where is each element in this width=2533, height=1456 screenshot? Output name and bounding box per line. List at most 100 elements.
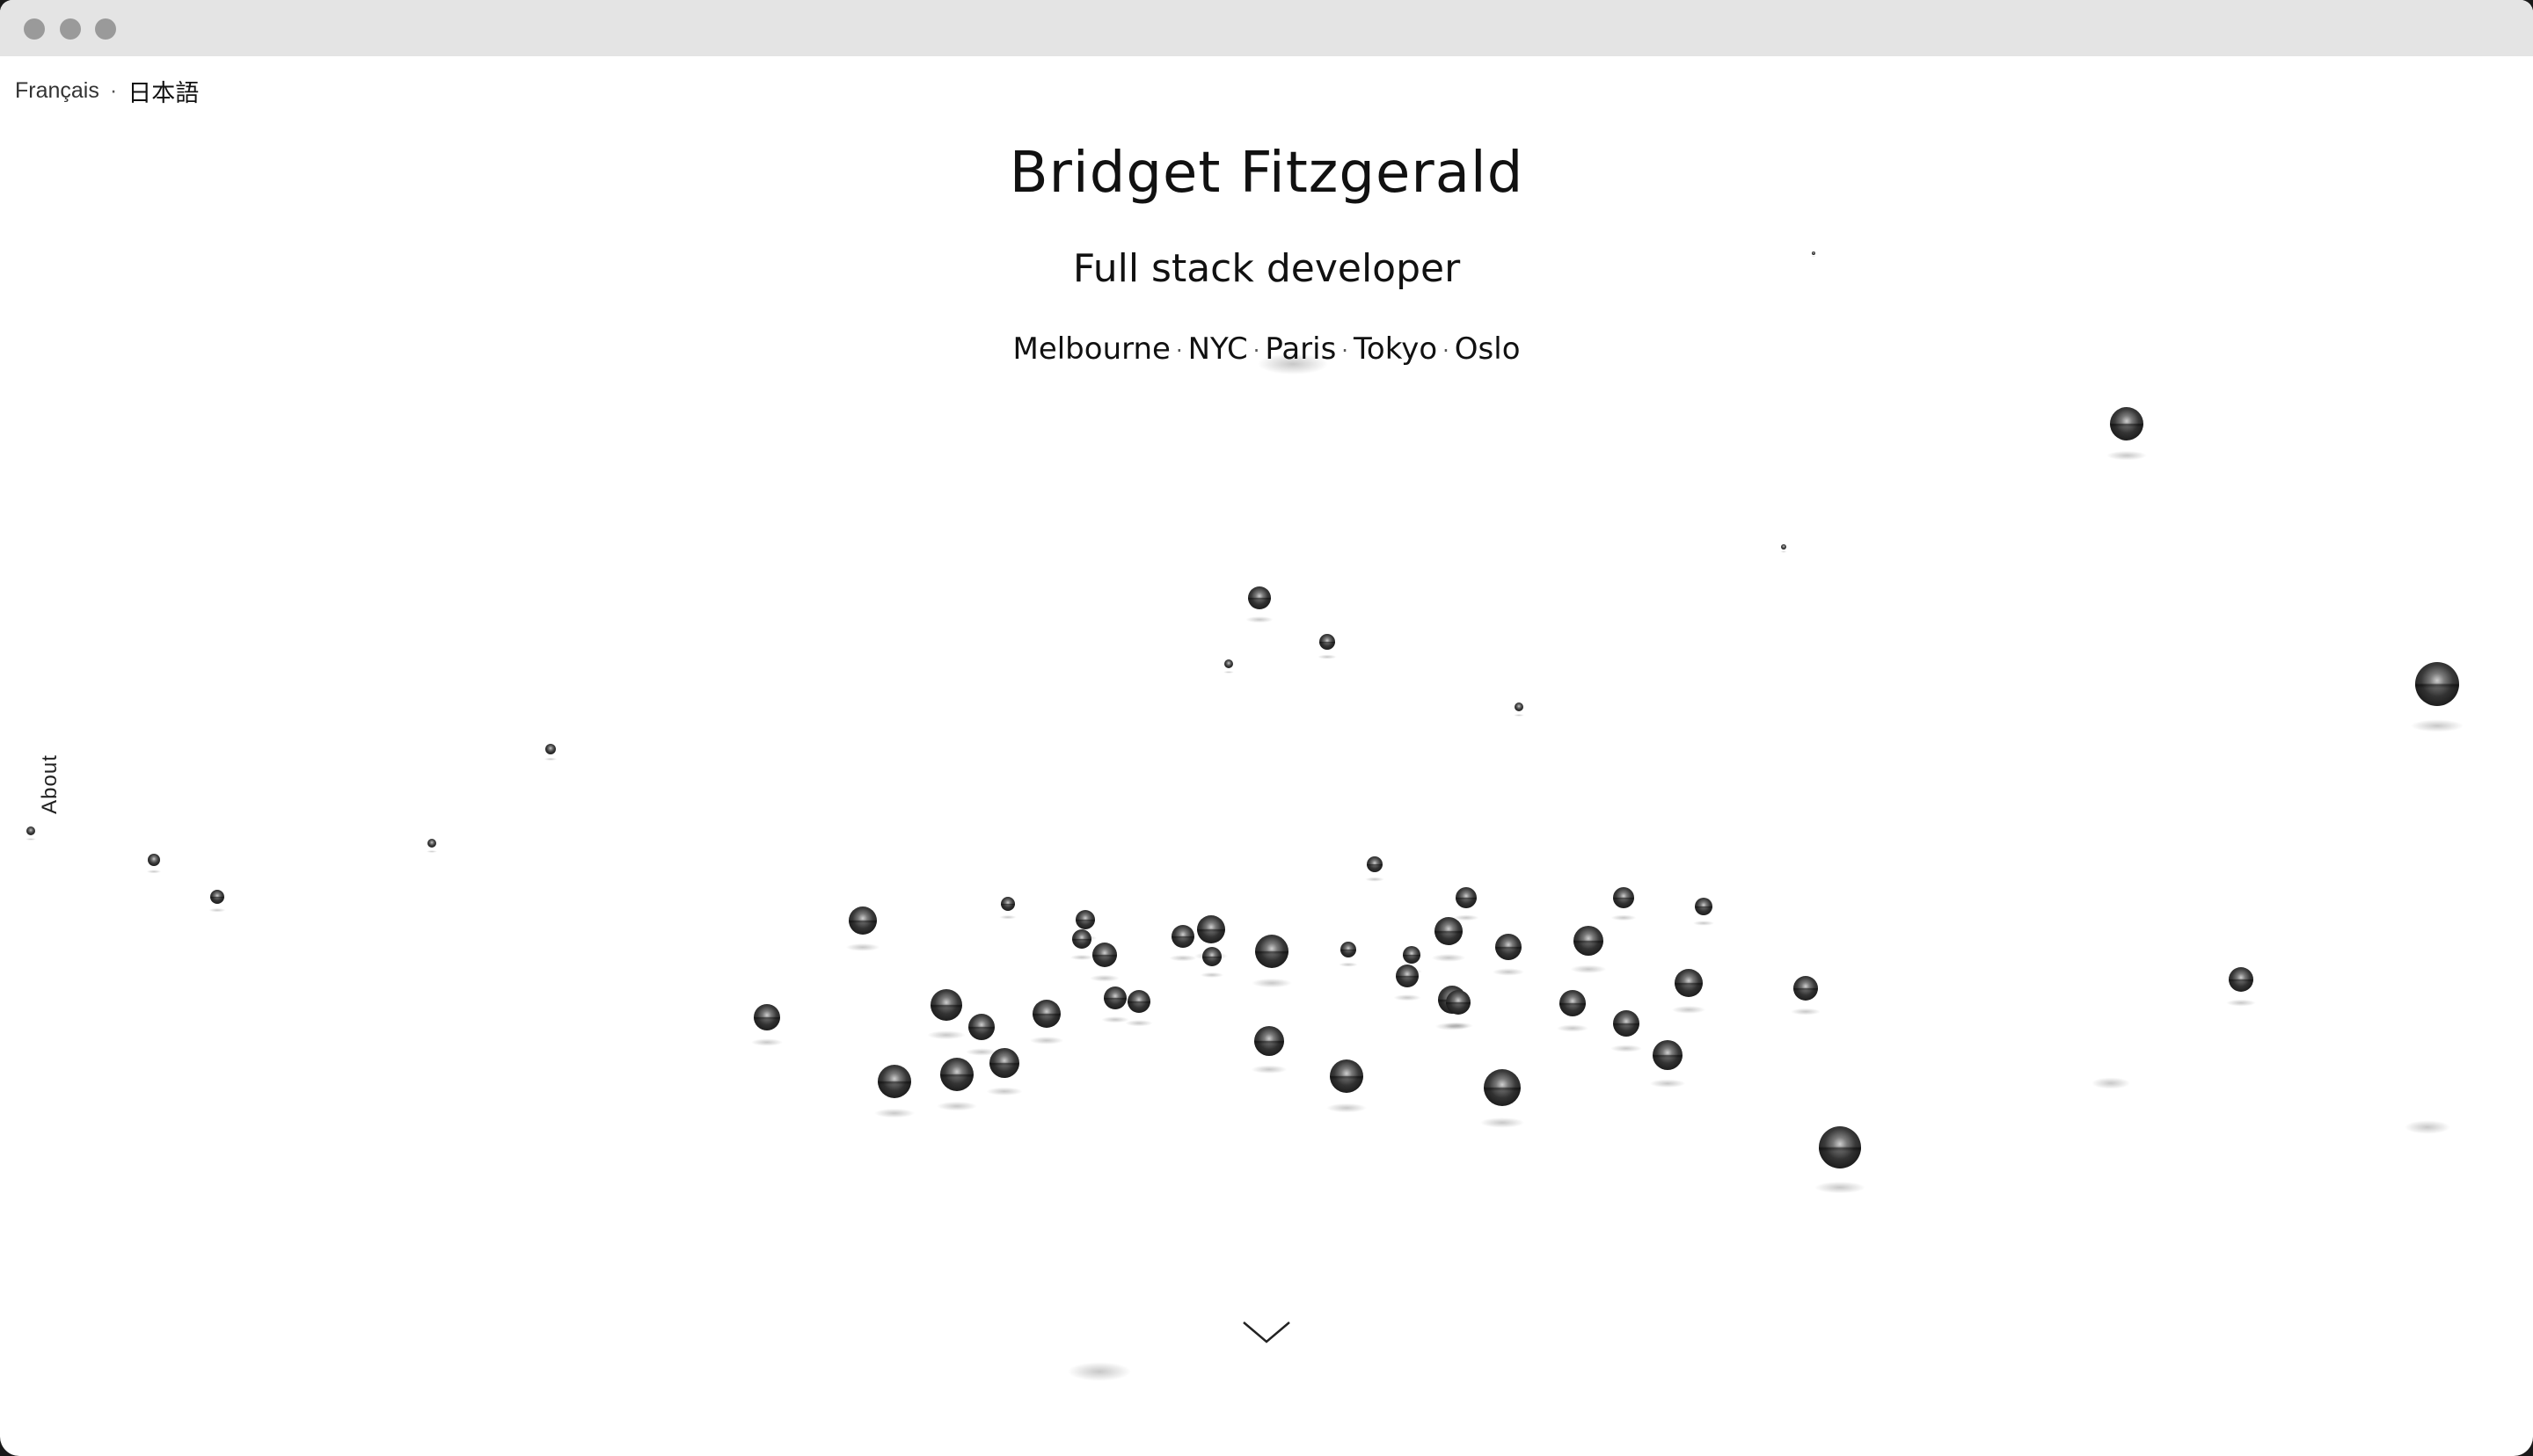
floating-sphere — [1495, 934, 1522, 960]
city-separator: · — [1175, 338, 1183, 363]
sphere-reflection — [989, 1048, 1019, 1078]
sphere-shadow — [1365, 877, 1384, 882]
floating-sphere — [1695, 898, 1712, 915]
sphere-reflection — [1202, 947, 1222, 966]
floating-sphere — [1340, 942, 1356, 957]
floating-sphere — [754, 1004, 780, 1030]
sphere-reflection — [1128, 990, 1150, 1013]
sphere-reflection — [1653, 1040, 1683, 1070]
sphere-shadow — [26, 838, 36, 841]
sphere-reflection — [1434, 917, 1463, 945]
sphere-reflection — [1255, 935, 1288, 968]
floating-sphere — [1396, 965, 1419, 987]
sphere-reflection — [1092, 943, 1117, 967]
sphere-reflection — [968, 1014, 995, 1040]
job-title: Full stack developer — [1072, 246, 1461, 291]
sphere-reflection — [2110, 407, 2143, 440]
sphere-reflection — [2229, 967, 2253, 992]
floating-sphere — [1172, 925, 1194, 948]
floating-sphere — [1330, 1059, 1363, 1093]
sphere-shadow — [1200, 972, 1224, 978]
floating-sphere — [1559, 990, 1586, 1016]
floating-sphere — [1456, 887, 1477, 908]
sphere-shadow — [999, 914, 1017, 920]
floating-sphere — [1254, 1026, 1284, 1056]
sphere-reflection — [940, 1058, 974, 1091]
floating-sphere — [1781, 544, 1786, 550]
chevron-down-icon[interactable] — [1242, 1319, 1291, 1345]
sphere-reflection — [1495, 934, 1522, 960]
sphere-shadow — [1125, 1020, 1153, 1027]
floating-sphere — [1484, 1069, 1521, 1106]
floating-sphere — [1001, 897, 1015, 911]
city-separator: · — [1442, 338, 1449, 363]
sphere-shadow — [1339, 962, 1358, 967]
floating-sphere — [1224, 659, 1233, 668]
floating-sphere — [2229, 967, 2253, 992]
sphere-reflection — [1001, 897, 1015, 911]
sphere-reflection — [1793, 976, 1818, 1001]
sphere-reflection — [1438, 986, 1466, 1014]
sphere-reflection — [1076, 910, 1095, 929]
floating-sphere — [1446, 990, 1471, 1015]
floating-sphere — [1248, 586, 1271, 609]
sphere-reflection — [1319, 634, 1335, 650]
sphere-shadow — [1570, 965, 1607, 974]
sphere-shadow — [1514, 714, 1524, 717]
city-melbourne: Melbourne — [1012, 331, 1171, 367]
floating-sphere — [148, 854, 160, 866]
sphere-shadow — [1671, 1005, 1706, 1014]
city-nyc: NYC — [1187, 331, 1248, 367]
floating-sphere — [1653, 1040, 1683, 1070]
sphere-shadow — [1791, 1008, 1821, 1016]
city-oslo: Oslo — [1454, 331, 1521, 367]
floating-sphere — [545, 744, 556, 754]
sphere-shadow — [1029, 1036, 1064, 1045]
language-switcher: Français · 日本語 — [15, 74, 199, 108]
sphere-shadow — [2226, 999, 2256, 1007]
minimize-window-dot[interactable] — [60, 18, 81, 40]
floating-sphere — [849, 906, 877, 935]
sphere-shadow — [208, 907, 226, 913]
sphere-shadow — [1780, 550, 1787, 553]
floating-sphere — [1819, 1126, 1861, 1168]
sphere-reflection — [1248, 586, 1271, 609]
language-japanese-link[interactable]: 日本語 — [128, 74, 199, 108]
sphere-reflection — [1367, 856, 1383, 872]
sphere-shadow — [1693, 921, 1714, 926]
sphere-reflection — [1104, 986, 1127, 1009]
sphere-reflection — [1819, 1126, 1861, 1168]
sphere-shadow — [1610, 1045, 1642, 1052]
floating-sphere — [2415, 662, 2459, 706]
about-link[interactable]: About — [38, 754, 62, 814]
sphere-shadow — [1453, 914, 1479, 921]
sphere-shadow — [1393, 994, 1421, 1001]
language-french-link[interactable]: Français — [15, 78, 99, 104]
sphere-reflection — [1695, 898, 1712, 915]
sphere-shadow — [1318, 654, 1337, 659]
sphere-shadow — [1814, 1181, 1865, 1194]
sphere-shadow — [427, 850, 437, 853]
sphere-shadow — [1431, 953, 1466, 962]
sphere-shadow — [845, 943, 880, 951]
sphere-shadow — [146, 870, 162, 874]
floating-sphere — [968, 1014, 995, 1040]
sphere-reflection — [1197, 915, 1225, 943]
sphere-shadow — [1557, 1024, 1588, 1032]
close-window-dot[interactable] — [24, 18, 45, 40]
floating-sphere — [1255, 935, 1288, 968]
sphere-reflection — [754, 1004, 780, 1030]
sphere-reflection — [1484, 1069, 1521, 1106]
sphere-shadow — [1073, 935, 1098, 941]
sphere-shadow — [1434, 1022, 1470, 1030]
floating-sphere — [878, 1065, 911, 1098]
maximize-window-dot[interactable] — [95, 18, 116, 40]
sphere-shadow — [1101, 1016, 1129, 1023]
sphere-reflection — [1340, 942, 1356, 957]
sphere-reflection — [1403, 946, 1420, 964]
floating-sphere — [940, 1058, 974, 1091]
floating-sphere — [1092, 943, 1117, 967]
floating-sphere — [1515, 703, 1523, 711]
sphere-reflection — [1033, 1000, 1061, 1028]
sphere-shadow — [1194, 951, 1229, 960]
